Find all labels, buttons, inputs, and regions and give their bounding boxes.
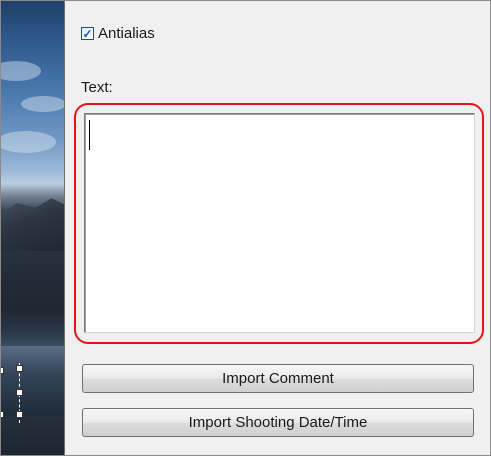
selection-handle[interactable]	[16, 389, 23, 396]
import-shooting-datetime-button[interactable]: Import Shooting Date/Time	[82, 408, 474, 437]
dialog-frame: ✓ Antialias Text: Import Comment Import …	[0, 0, 491, 456]
text-input-area[interactable]	[84, 113, 475, 333]
selection-handle[interactable]	[1, 367, 4, 374]
image-preview	[1, 1, 66, 455]
antialias-label[interactable]: Antialias	[98, 25, 155, 42]
text-settings-panel: ✓ Antialias Text: Import Comment Import …	[65, 1, 490, 455]
text-caret	[89, 120, 90, 150]
text-field-label: Text:	[81, 79, 113, 96]
selection-handle[interactable]	[16, 411, 23, 418]
import-comment-button[interactable]: Import Comment	[82, 364, 474, 393]
selection-handle[interactable]	[1, 411, 4, 418]
antialias-option[interactable]: ✓ Antialias	[81, 25, 155, 42]
antialias-checkbox[interactable]: ✓	[81, 27, 94, 40]
selection-handle[interactable]	[16, 365, 23, 372]
checkmark-icon: ✓	[82, 26, 93, 41]
